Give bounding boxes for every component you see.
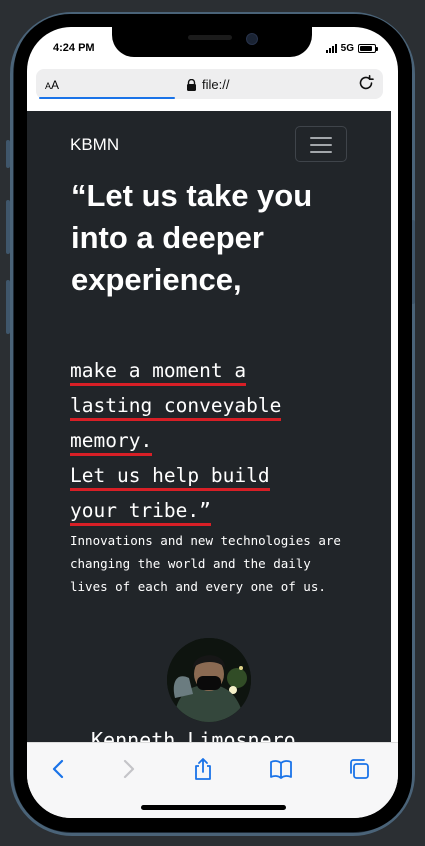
status-indicators: 5G [325, 43, 378, 54]
profile-photo [167, 638, 251, 722]
chevron-right-icon[interactable] [116, 757, 140, 781]
notch [112, 27, 312, 57]
url-display[interactable]: file:// [186, 77, 229, 92]
hero-subline-1: make a moment a [70, 353, 370, 388]
url-text: file:// [202, 77, 230, 92]
page-load-progress [39, 97, 176, 99]
share-icon[interactable] [191, 757, 215, 781]
mute-switch [6, 140, 10, 168]
text-size-button[interactable]: AA [45, 78, 59, 92]
intro-paragraph: Innovations and new technologies are cha… [70, 533, 341, 594]
profile-name: Kenneth Limosnero [91, 728, 296, 742]
network-type: 5G [340, 43, 354, 54]
tabs-icon[interactable] [347, 757, 371, 781]
cellular-signal-icon [325, 44, 337, 53]
chevron-left-icon[interactable] [47, 757, 71, 781]
volume-down-button [6, 280, 10, 334]
front-camera [246, 33, 258, 45]
hamburger-menu-icon[interactable] [295, 126, 347, 162]
hero-subline-4: Let us help build [70, 458, 370, 493]
navbar-brand[interactable]: KBMN [70, 135, 119, 155]
book-icon[interactable] [269, 757, 293, 781]
hero-heading: “Let us take you into a deeper experienc… [71, 178, 313, 297]
profile-avatar [167, 638, 251, 722]
hero-subline-2: lasting conveyable [70, 388, 370, 423]
home-indicator[interactable] [141, 805, 286, 810]
status-time: 4:24 PM [53, 42, 95, 54]
hero-subline-3: memory. [70, 423, 370, 458]
volume-up-button [6, 200, 10, 254]
lock-icon [187, 78, 196, 91]
reload-icon[interactable] [357, 74, 375, 92]
battery-level [360, 46, 372, 51]
address-bar[interactable]: AA file:// [36, 69, 383, 99]
hero-subline-5: your tribe.” [70, 493, 370, 528]
battery-icon [358, 44, 378, 53]
speaker-grille [188, 35, 232, 40]
web-content: KBMN “Let us take you into a deeper expe… [27, 111, 391, 742]
phone-screen: 4:24 PM 5G AA file:// KBMN “Let us take … [27, 27, 398, 818]
